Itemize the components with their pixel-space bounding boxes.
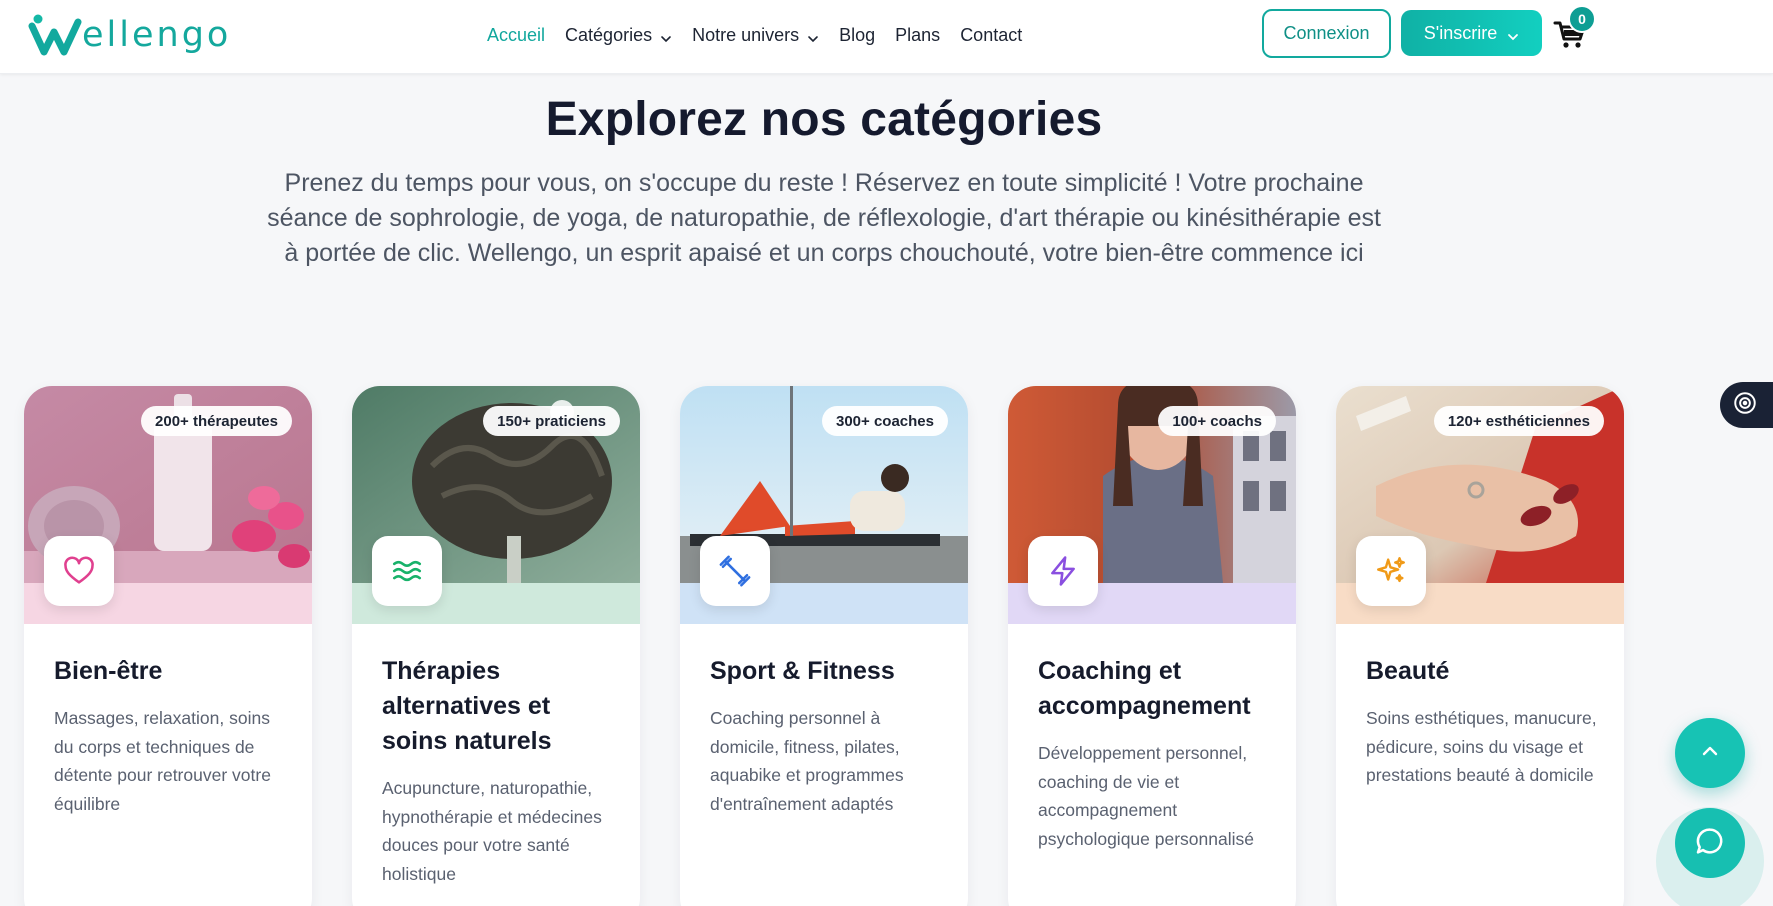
accessibility-icon <box>1732 390 1758 421</box>
nav-label: Catégories <box>565 24 653 45</box>
category-count-badge: 120+ esthéticiennes <box>1433 406 1604 436</box>
nav-label: Notre univers <box>692 24 800 45</box>
signup-button[interactable]: S'inscrire <box>1401 10 1542 56</box>
category-title: Bien-être <box>54 657 163 685</box>
category-description: Massages, relaxation, soins du corps et … <box>54 708 271 814</box>
dumbbell-icon <box>700 536 770 606</box>
login-button[interactable]: Connexion <box>1262 9 1391 58</box>
chat-bubble-icon <box>1694 825 1726 862</box>
section-description: Prenez du temps pour vous, on s'occupe d… <box>267 169 1381 267</box>
chevron-up-icon <box>1698 739 1722 768</box>
sparkles-icon <box>1356 536 1426 606</box>
category-title: Coaching et accompagnement <box>1038 657 1251 720</box>
accessibility-tab[interactable] <box>1720 382 1773 428</box>
nav-label: Plans <box>895 24 941 45</box>
category-description: Acupuncture, naturopathie, hypnothérapie… <box>382 778 602 884</box>
chat-button[interactable] <box>1675 808 1745 878</box>
category-count-badge: 150+ praticiens <box>483 406 620 436</box>
category-count-badge: 100+ coachs <box>1158 406 1276 436</box>
category-count-badge: 300+ coaches <box>822 406 948 436</box>
logo-mark-icon <box>28 12 84 58</box>
cart-count-badge: 0 <box>1568 5 1596 33</box>
category-card-bien-etre[interactable]: 200+ thérapeutes Bien-être Massages, rel… <box>24 386 312 906</box>
category-card-coaching[interactable]: 100+ coachs Coaching et accompagnement D… <box>1008 386 1296 906</box>
nav-label: Contact <box>960 24 1023 45</box>
heart-icon <box>44 536 114 606</box>
logo-text: ellengo <box>82 15 232 55</box>
chevron-down-icon <box>807 29 819 43</box>
nav-item-notre-univers[interactable]: Notre univers <box>692 25 819 46</box>
nav-label: Accueil <box>487 24 546 45</box>
category-title: Sport & Fitness <box>710 657 895 685</box>
category-title: Thérapies alternatives et soins naturels <box>382 657 552 755</box>
chevron-down-icon <box>660 29 672 43</box>
category-description: Soins esthétiques, manucure, pédicure, s… <box>1366 708 1597 785</box>
main-nav: Accueil Catégories Notre univers Blog Pl… <box>487 18 1042 52</box>
nav-label: Blog <box>839 24 876 45</box>
category-description: Coaching personnel à domicile, fitness, … <box>710 708 904 814</box>
nav-item-accueil[interactable]: Accueil <box>487 25 545 46</box>
category-description: Développement personnel, coaching de vie… <box>1038 743 1254 849</box>
nav-item-plans[interactable]: Plans <box>895 25 940 46</box>
section-title: Explorez nos catégories <box>545 93 1103 146</box>
logo[interactable]: ellengo <box>28 6 231 58</box>
category-title: Beauté <box>1366 657 1450 685</box>
category-card-therapies[interactable]: 150+ praticiens Thérapies alternatives e… <box>352 386 640 906</box>
nav-item-contact[interactable]: Contact <box>960 25 1022 46</box>
signup-label: S'inscrire <box>1423 22 1498 43</box>
category-count-badge: 200+ thérapeutes <box>141 406 292 436</box>
login-label: Connexion <box>1283 23 1370 43</box>
nav-item-blog[interactable]: Blog <box>839 25 875 46</box>
lightning-icon <box>1028 536 1098 606</box>
waves-icon <box>372 536 442 606</box>
nav-item-categories[interactable]: Catégories <box>565 25 672 46</box>
site-header: ellengo Accueil Catégories Notre univers… <box>0 0 1773 74</box>
category-card-beaute[interactable]: 120+ esthéticiennes Beauté Soins esthéti… <box>1336 386 1624 906</box>
scroll-to-top-button[interactable] <box>1675 718 1745 788</box>
category-card-sport[interactable]: 300+ coaches Sport & Fitness Coaching pe… <box>680 386 968 906</box>
chevron-down-icon <box>1507 27 1519 41</box>
